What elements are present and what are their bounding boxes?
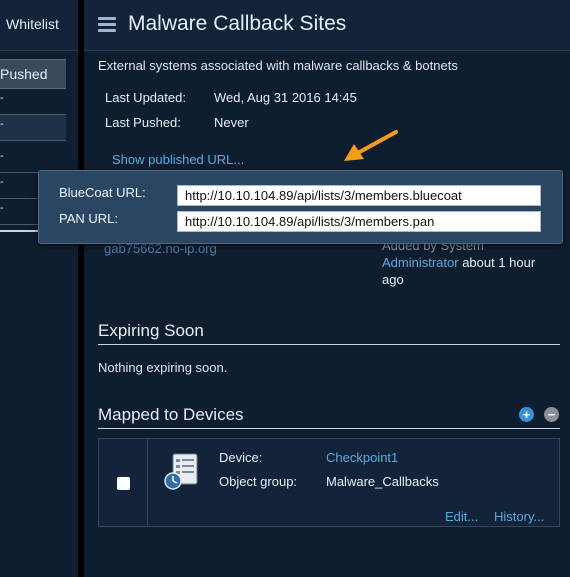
sidebar-row-value: - — [0, 92, 4, 104]
pan-url-field[interactable]: http://10.10.104.89/api/lists/3/members.… — [177, 211, 541, 232]
section-divider — [98, 428, 560, 429]
main-header: Malware Callback Sites — [84, 0, 570, 51]
added-by-ago: ago — [382, 272, 404, 287]
object-group-value: Malware_Callbacks — [326, 474, 439, 489]
show-published-url-link[interactable]: Show published URL... — [112, 152, 244, 167]
page-title: Malware Callback Sites — [128, 12, 347, 35]
added-by-user-link[interactable]: Administrator — [382, 255, 459, 270]
pan-url-label: PAN URL: — [59, 211, 118, 226]
sidebar-title: Whitelist — [6, 16, 59, 32]
pushed-label: Pushed — [0, 66, 48, 82]
last-pushed-value: Never — [214, 115, 249, 130]
last-pushed-label: Last Pushed: — [105, 115, 181, 130]
sidebar-row-selected[interactable]: - — [0, 115, 66, 141]
bluecoat-url-field[interactable]: http://10.10.104.89/api/lists/3/members.… — [177, 185, 541, 206]
app-window: Whitelist Pushed - - - - - Malware Callb… — [0, 0, 570, 577]
edit-link[interactable]: Edit... — [445, 509, 478, 524]
list-description: External systems associated with malware… — [98, 58, 458, 73]
expiring-empty-text: Nothing expiring soon. — [98, 360, 228, 375]
sidebar-header: Whitelist — [0, 0, 78, 51]
remove-mapping-button[interactable]: − — [544, 407, 559, 422]
hamburger-menu-icon[interactable] — [98, 17, 116, 33]
add-mapping-button[interactable]: + — [519, 407, 534, 422]
device-label: Device: — [219, 450, 263, 465]
sidebar-row-value: - — [0, 202, 4, 214]
expiring-soon-heading: Expiring Soon — [98, 321, 204, 340]
last-updated-label: Last Updated: — [105, 90, 186, 105]
sidebar-row-value: - — [0, 150, 4, 162]
main-panel: Malware Callback Sites External systems … — [84, 0, 570, 577]
published-url-popover: BlueCoat URL: http://10.10.104.89/api/li… — [38, 170, 563, 244]
last-updated-value: Wed, Aug 31 2016 14:45 — [214, 90, 357, 105]
device-select-checkbox[interactable] — [117, 477, 130, 490]
sidebar-row-value: - — [0, 118, 4, 130]
sidebar-column-pushed[interactable]: Pushed — [0, 59, 66, 89]
mapped-devices-heading: Mapped to Devices — [98, 405, 244, 424]
sidebar: Whitelist Pushed - - - - - — [0, 0, 78, 577]
device-link[interactable]: Checkpoint1 — [326, 450, 398, 465]
callout-arrow-icon — [344, 130, 398, 161]
device-mapping-row: Device: Checkpoint1 Object group: Malwar… — [98, 438, 560, 527]
firewall-checklist-icon — [164, 453, 198, 490]
bluecoat-url-label: BlueCoat URL: — [59, 185, 146, 200]
sidebar-row[interactable]: - — [0, 89, 66, 115]
added-by-line: Administrator about 1 hour — [382, 255, 535, 270]
object-group-label: Object group: — [219, 474, 298, 489]
section-divider — [98, 344, 560, 345]
card-divider — [147, 439, 148, 526]
added-by-time: about 1 hour — [458, 255, 536, 270]
history-link[interactable]: History... — [494, 509, 544, 524]
sidebar-row-value: - — [0, 176, 4, 188]
